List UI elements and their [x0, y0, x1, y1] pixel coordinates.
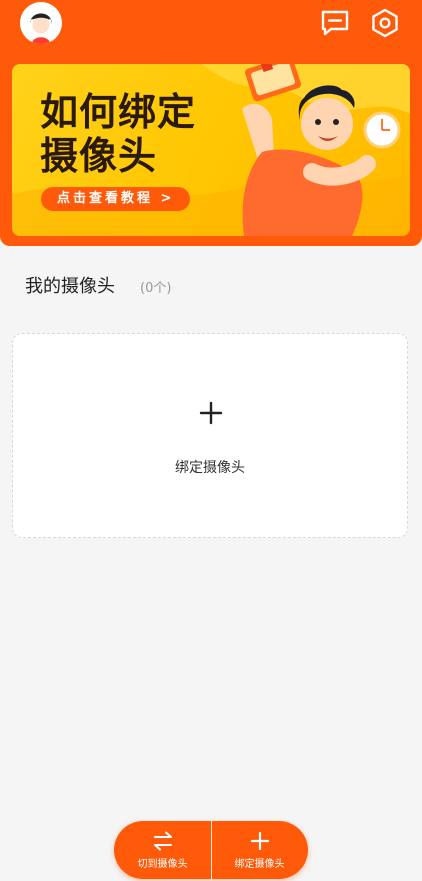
top-header: 如何绑定摄像头 点击查看教程 >	[0, 0, 422, 246]
tutorial-banner[interactable]: 如何绑定摄像头 点击查看教程 >	[12, 64, 410, 236]
bottom-action-bar: 切到摄像头 绑定摄像头	[114, 821, 308, 879]
banner-cta-button[interactable]: 点击查看教程 >	[41, 187, 191, 211]
section-title: 我的摄像头	[25, 276, 115, 297]
plus-icon	[199, 401, 223, 425]
switch-camera-button[interactable]: 切到摄像头	[114, 821, 211, 879]
avatar[interactable]	[20, 2, 62, 44]
banner-title: 如何绑定摄像头	[40, 90, 197, 178]
bind-camera-card[interactable]: 绑定摄像头	[12, 333, 408, 538]
switch-arrows-icon	[153, 831, 172, 850]
avatar-illustration	[20, 2, 62, 44]
settings-hex-icon[interactable]	[370, 8, 400, 38]
bind-camera-label: 绑定摄像头	[175, 460, 245, 476]
bind-camera-button-label: 绑定摄像头	[234, 858, 285, 870]
bind-camera-button[interactable]: 绑定摄像头	[211, 821, 308, 879]
camera-count: (0个)	[140, 281, 172, 296]
switch-camera-label: 切到摄像头	[137, 858, 188, 870]
plus-icon	[250, 831, 269, 850]
message-icon[interactable]	[320, 8, 350, 38]
